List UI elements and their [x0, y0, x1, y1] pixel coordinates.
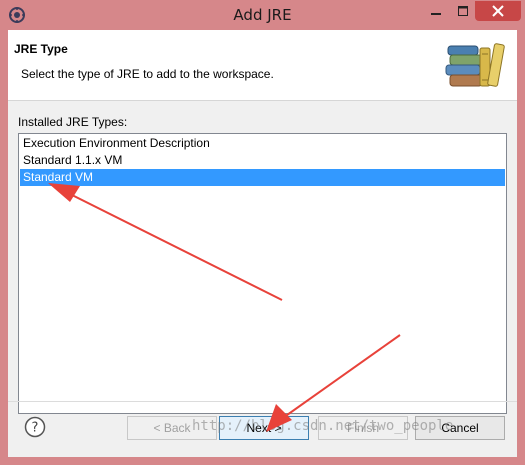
maximize-button[interactable]: [450, 1, 476, 21]
dialog-window: Add JRE JRE Type Select the type of JRE …: [0, 0, 525, 465]
list-item-standard-1-1-x-vm[interactable]: Standard 1.1.x VM: [20, 152, 505, 169]
watermark-text: http://blog.csdn.net/two_people: [192, 418, 454, 434]
wizard-header: JRE Type Select the type of JRE to add t…: [8, 30, 517, 101]
maximize-icon: [458, 6, 468, 16]
page-title: JRE Type: [14, 42, 68, 56]
minimize-icon: [431, 13, 441, 15]
close-button[interactable]: [475, 1, 521, 21]
list-item-execution-environment[interactable]: Execution Environment Description: [20, 135, 505, 152]
page-description: Select the type of JRE to add to the wor…: [21, 67, 274, 81]
installed-jre-types-label: Installed JRE Types:: [18, 115, 128, 129]
jre-types-list[interactable]: Execution Environment Description Standa…: [18, 133, 507, 414]
minimize-button[interactable]: [423, 1, 449, 21]
title-bar: Add JRE: [0, 0, 525, 30]
svg-text:?: ?: [32, 421, 39, 436]
help-icon[interactable]: ?: [24, 416, 46, 438]
footer-divider: [8, 401, 517, 402]
library-books-icon: [445, 43, 505, 87]
dialog-content: JRE Type Select the type of JRE to add t…: [8, 30, 517, 457]
list-item-standard-vm[interactable]: Standard VM: [20, 169, 505, 186]
close-icon: [492, 5, 504, 17]
